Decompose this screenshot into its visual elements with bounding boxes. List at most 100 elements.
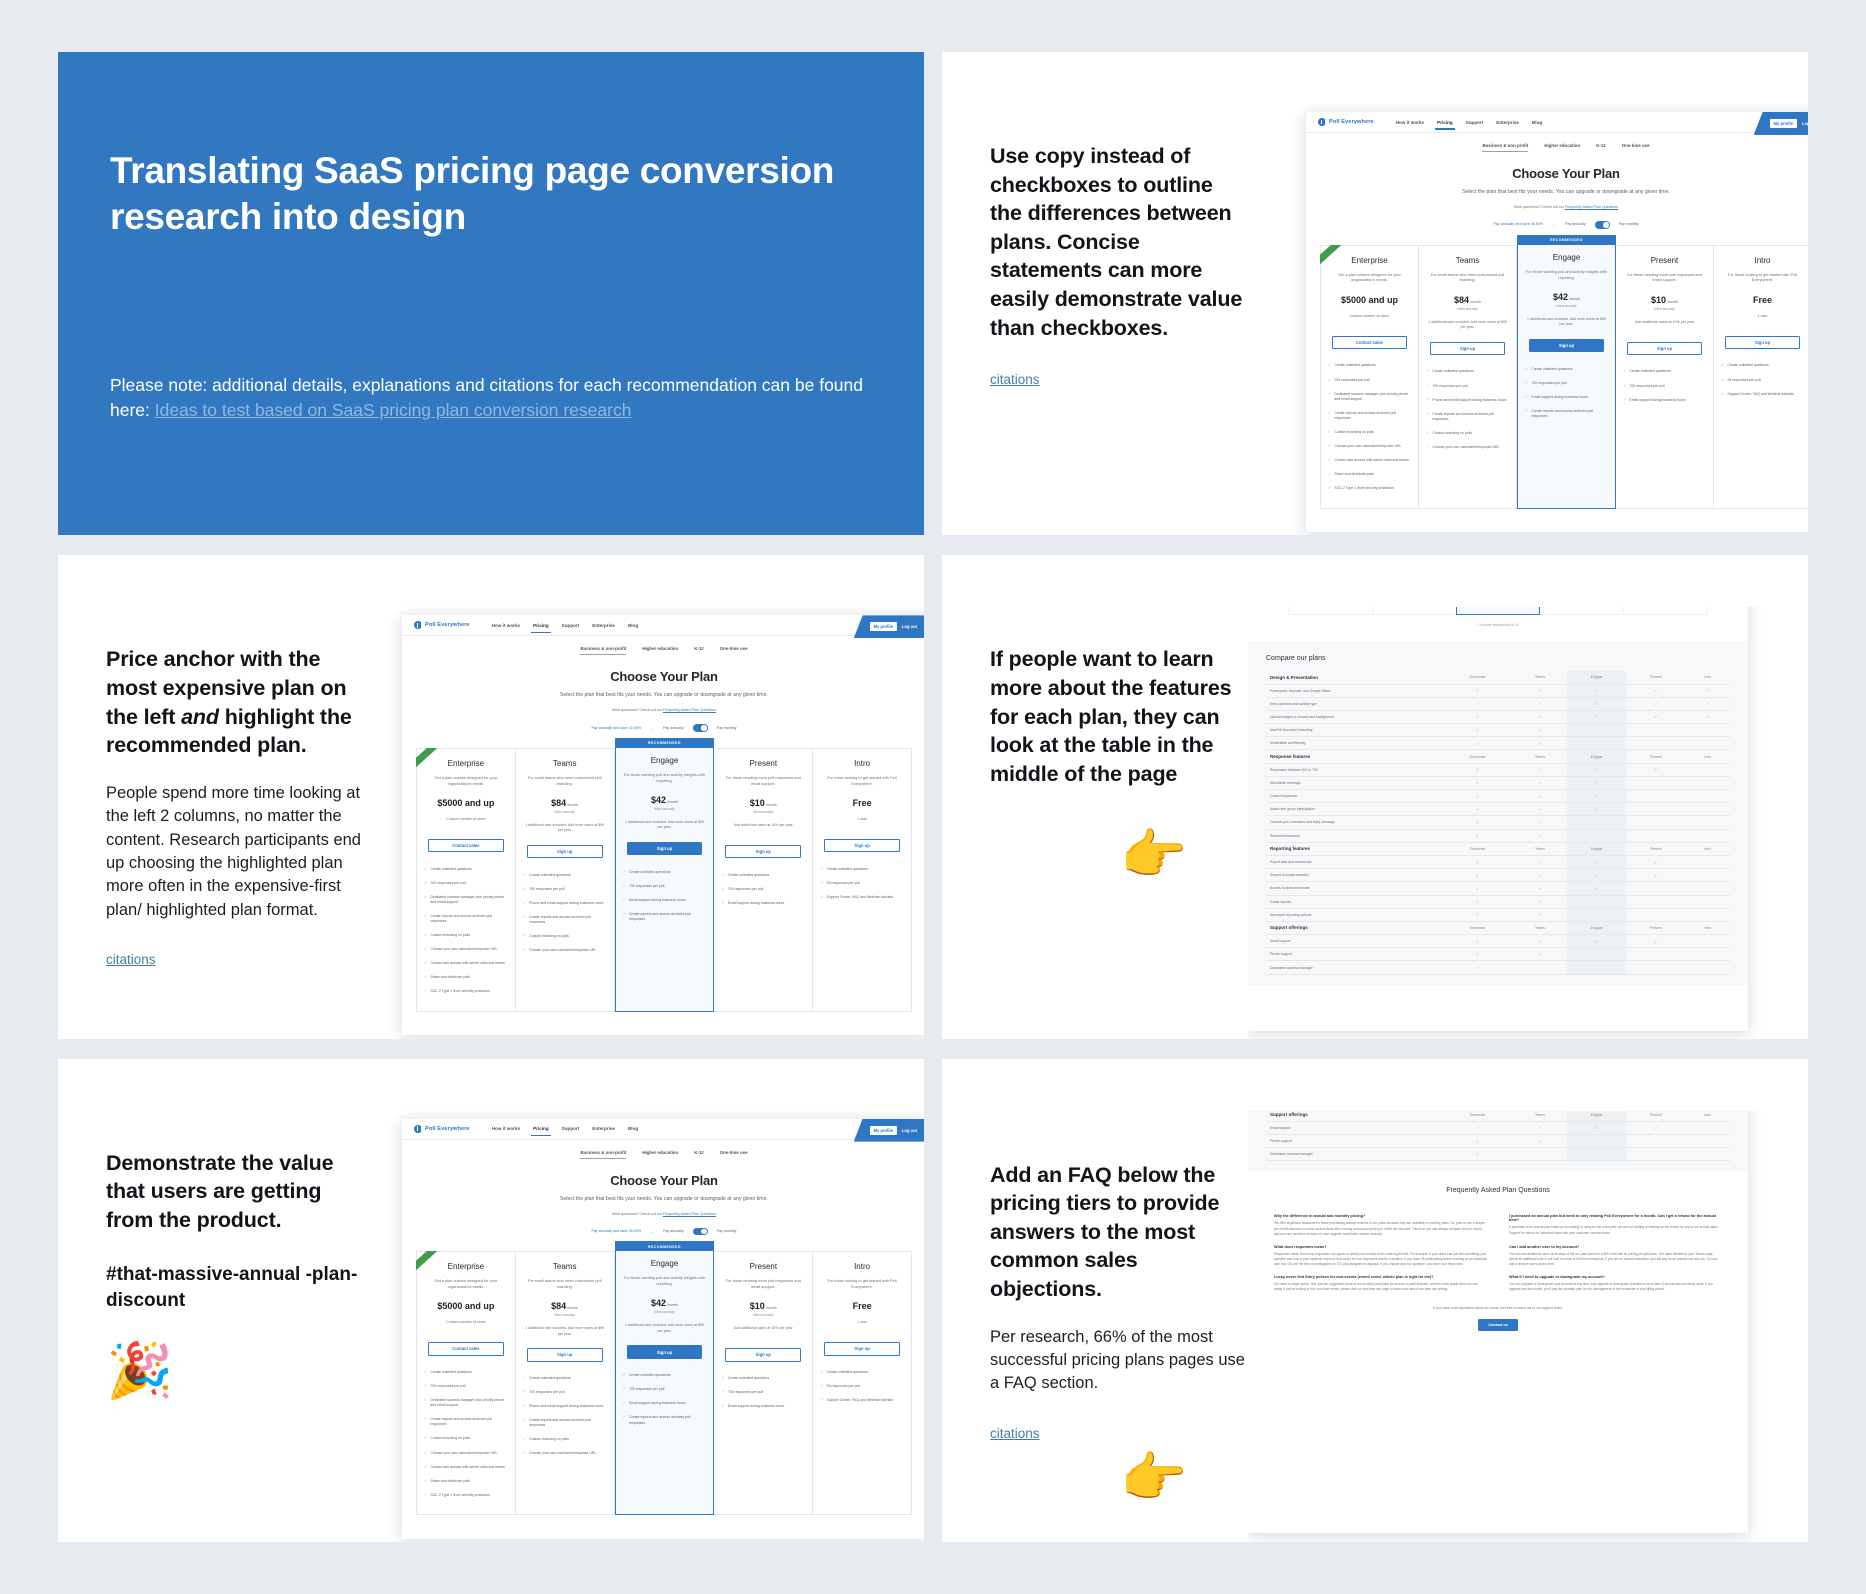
table-row: Email support ✓ ✓ ✓ ✓ [1266, 934, 1730, 949]
check-icon: ✓ [1685, 684, 1730, 698]
mock-subtitle: Select the plan that best fits your need… [560, 1195, 768, 1202]
my-profile-button[interactable]: My profile [1769, 119, 1797, 128]
tab-business[interactable]: Business & non-profit [580, 646, 627, 656]
plan-feature: ✓ Choose your own username/response URL [523, 1447, 607, 1461]
sign-up-button[interactable]: Sign up [526, 1348, 603, 1362]
nav-how-it-works[interactable]: How it works [1396, 120, 1424, 125]
tab-k12[interactable]: K-12 [694, 646, 704, 655]
brand[interactable]: Poll Everywhere [414, 1124, 470, 1133]
check-icon: ✓ [1567, 684, 1627, 698]
sign-up-button[interactable]: Sign up [725, 844, 802, 859]
plan-price-period: /month [566, 802, 579, 807]
check-icon: ✓ [820, 879, 824, 885]
tab-business[interactable]: Business & non-profit [1482, 143, 1529, 152]
empty-cell [1685, 1147, 1730, 1162]
empty-cell [1685, 1134, 1730, 1149]
sign-up-button[interactable]: Sign up [526, 844, 603, 859]
brand[interactable]: Poll Everywhere [414, 621, 470, 630]
plan-feature-list: ✓ Create unlimited questions ✓ 700 response… [721, 868, 805, 910]
nav-how-it-works[interactable]: How it works [492, 1126, 520, 1131]
tab-higher-ed[interactable]: Higher education [642, 646, 678, 655]
sign-up-button[interactable]: Sign up [824, 838, 900, 853]
tab-higher-ed[interactable]: Higher education [1544, 143, 1580, 152]
plan-price-period: /month [566, 1306, 579, 1311]
nav-how-it-works[interactable]: How it works [492, 623, 520, 628]
plan-feature-list: ✓ Create unlimited questions ✓ 700 response… [721, 1372, 805, 1414]
nav-pricing[interactable]: Pricing [531, 623, 551, 633]
check-icon: ✓ [820, 893, 824, 899]
sign-up-button[interactable]: Sign up [1725, 335, 1800, 349]
nav-enterprise[interactable]: Enterprise [592, 623, 615, 628]
plan-user-note: 1 additional user included. Add more use… [625, 1323, 704, 1333]
nav-blog[interactable]: Blog [628, 623, 638, 628]
sign-up-button[interactable]: Sign up [1529, 338, 1604, 353]
faq-question: Can I add another user to my account? [1509, 1244, 1580, 1249]
table-row: Advanced reporting options ✓ ✓ [1266, 908, 1730, 922]
faq-line-link[interactable]: Frequently Asked Plan Questions [663, 708, 716, 712]
nav-support[interactable]: Support [562, 623, 580, 628]
check-icon: ✓ [622, 911, 626, 917]
check-icon: ✓ [1442, 815, 1513, 830]
billing-toggle-switch[interactable] [1594, 221, 1610, 229]
my-profile-button[interactable]: My profile [869, 622, 897, 632]
plan-feature-label: Create unlimited questions [1629, 369, 1671, 374]
check-icon: ✓ [1442, 868, 1513, 883]
log-out-button[interactable]: Log out [902, 624, 917, 629]
contact-sales-button[interactable]: Contact sales [1332, 335, 1407, 349]
my-profile-button[interactable]: My profile [869, 1125, 897, 1135]
nav-blog[interactable]: Blog [628, 1126, 638, 1131]
corner-ribbon-icon [416, 748, 446, 778]
sign-up-button[interactable]: Sign up [725, 1348, 802, 1362]
brand[interactable]: Poll Everywhere [1318, 118, 1374, 126]
sign-up-button[interactable]: Sign up [1430, 341, 1505, 355]
contact-us-button[interactable]: Contact us [1478, 1318, 1518, 1331]
table-row: Choose your username and reply message ✓ ✓ [1266, 815, 1730, 830]
tab-k12[interactable]: K-12 [694, 1150, 704, 1159]
tab-one-time[interactable]: One-time use [720, 1150, 748, 1159]
nav-support[interactable]: Support [562, 1126, 580, 1131]
citations-link[interactable]: citations [990, 372, 1040, 387]
mock-page-title: Choose Your Plan [1512, 166, 1620, 181]
nav-pricing[interactable]: Pricing [1435, 120, 1455, 130]
compare-table-body: Design & Presentation Enterprise Teams Enga… [1266, 671, 1730, 975]
empty-cell [1626, 908, 1686, 922]
plan-feature-label: Phone and email support during business … [1432, 397, 1507, 402]
arrow-icon: → [650, 725, 655, 731]
tab-higher-ed[interactable]: Higher education [642, 1150, 678, 1159]
recommended-badge: RECOMMENDED [1518, 235, 1615, 245]
empty-cell [1685, 868, 1730, 883]
billing-toggle-switch[interactable] [692, 724, 708, 732]
title-note-link[interactable]: Ideas to test based on SaaS pricing plan… [155, 400, 632, 420]
table-row: Moderation and filtering ✓ ✓ [1266, 736, 1730, 751]
tab-one-time[interactable]: One-time use [1622, 143, 1650, 152]
tab-one-time[interactable]: One-time use [720, 646, 748, 655]
nav-blog[interactable]: Blog [1532, 120, 1542, 125]
sign-up-button[interactable]: Sign up [626, 842, 703, 856]
plan-feature: ✓ Control user access with admin roles an… [1328, 453, 1411, 467]
nav-enterprise[interactable]: Enterprise [592, 1126, 615, 1131]
citations-link[interactable]: citations [106, 952, 156, 967]
tab-business[interactable]: Business & non-profit [580, 1150, 627, 1159]
faq-footer: If you have more questions about our pla… [1274, 1306, 1722, 1331]
plan-feature: ✓ Create unlimited questions [721, 868, 805, 882]
tab-k12[interactable]: K-12 [1596, 143, 1606, 152]
citations-link[interactable]: citations [990, 1426, 1040, 1441]
compare-column-header: Present [1626, 921, 1686, 936]
contact-sales-button[interactable]: Contact sales [428, 838, 504, 853]
sign-up-button[interactable]: Sign up [626, 1345, 703, 1359]
contact-sales-button[interactable]: Contact sales [428, 1342, 504, 1356]
compare-column-header: Teams [1512, 842, 1568, 856]
nav-enterprise[interactable]: Enterprise [1496, 120, 1519, 125]
log-out-button[interactable]: Log out [902, 1128, 917, 1133]
check-icon: ✓ [522, 1403, 527, 1409]
sign-up-button[interactable]: Sign up [824, 1342, 900, 1356]
log-out-button[interactable]: Log out [1802, 121, 1808, 126]
billing-toggle-switch[interactable] [692, 1227, 708, 1236]
check-icon: ✓ [1626, 855, 1686, 870]
faq-line-link[interactable]: Frequently Asked Plan Questions [1565, 205, 1618, 209]
nav-support[interactable]: Support [1466, 120, 1484, 125]
faq-line-link[interactable]: Frequently Asked Plan Questions [663, 1212, 716, 1216]
check-icon: ✓ [1328, 362, 1332, 368]
nav-pricing[interactable]: Pricing [531, 1126, 551, 1137]
sign-up-button[interactable]: Sign up [1627, 341, 1702, 355]
